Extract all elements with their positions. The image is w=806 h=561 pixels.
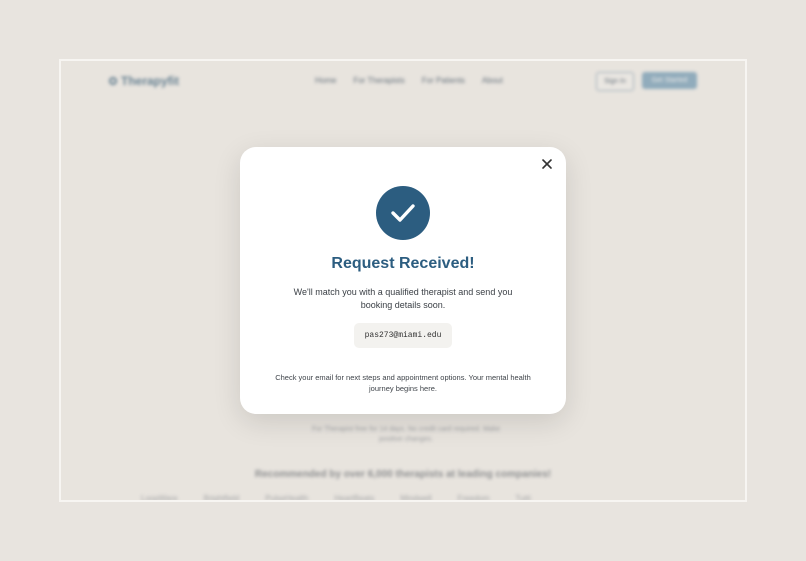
- modal-title: Request Received!: [331, 255, 475, 272]
- check-icon: [391, 204, 415, 222]
- success-badge: [376, 186, 430, 240]
- modal-message: We'll match you with a qualified therapi…: [293, 287, 513, 310]
- email-display: pas273@miami.edu: [354, 323, 452, 348]
- close-icon[interactable]: [540, 157, 554, 171]
- confirmation-modal: Request Received! We'll match you with a…: [240, 147, 566, 414]
- modal-note: Check your email for next steps and appo…: [275, 373, 531, 393]
